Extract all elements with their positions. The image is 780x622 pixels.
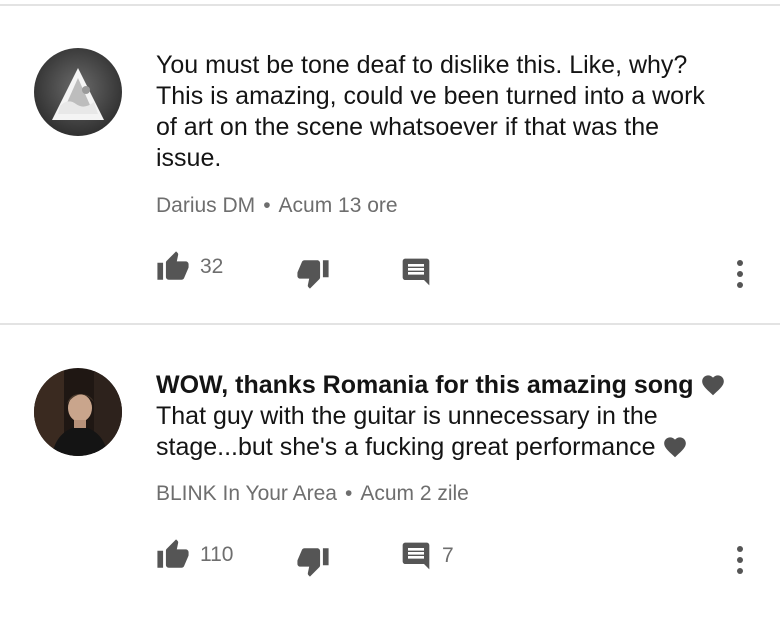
comment-text-line: stage...but she's a fucking great perfor… (156, 432, 756, 463)
timestamp: Acum 13 ore (278, 194, 398, 217)
dislike-button[interactable] (296, 544, 330, 578)
comment-text-line: That guy with the guitar is unnecessary … (156, 402, 658, 430)
thumbs-down-icon (297, 260, 329, 289)
like-count: 32 (200, 255, 224, 278)
reply-comment-icon (402, 258, 430, 286)
thumbs-down-icon (297, 548, 329, 577)
comment-text-line: WOW, thanks Romania for this amazing son… (156, 370, 756, 401)
comment-actions: 110 7 (0, 538, 780, 578)
meta-separator: • (263, 194, 271, 217)
black-heart-icon (663, 437, 686, 458)
more-vert-icon (737, 260, 743, 288)
comment-meta: Darius DM • Acum 13 ore (156, 194, 398, 218)
reply-button[interactable]: 7 (400, 540, 454, 572)
comment-text: You must be tone deaf to dislike this. L… (156, 50, 756, 174)
author-name[interactable]: Darius DM (156, 194, 255, 217)
more-options-button[interactable] (730, 258, 750, 290)
like-count: 110 (200, 543, 234, 566)
comment-meta: BLINK In Your Area • Acum 2 zile (156, 482, 469, 506)
comment-actions: 32 (0, 250, 780, 290)
comment-text: WOW, thanks Romania for this amazing son… (156, 370, 756, 463)
more-vert-icon (737, 546, 743, 574)
more-options-button[interactable] (730, 544, 750, 576)
thumbs-up-icon (157, 251, 189, 280)
meta-separator: • (344, 482, 353, 505)
reply-button[interactable] (400, 256, 442, 288)
comment-title-text: WOW, thanks Romania for this amazing son… (156, 371, 694, 399)
comment-divider (0, 323, 780, 325)
reply-count: 7 (442, 544, 454, 567)
avatar[interactable] (34, 368, 122, 456)
author-name[interactable]: BLINK In Your Area (156, 482, 337, 505)
comment-text-line: This is amazing, could ve been turned in… (156, 82, 705, 110)
comment-text-line: You must be tone deaf to dislike this. L… (156, 51, 688, 79)
comment-text-line: issue. (156, 144, 222, 172)
comment-text-line: of art on the scene whatsoever if that w… (156, 113, 660, 141)
comment-text-segment: stage...but she's a fucking great perfor… (156, 433, 656, 461)
like-button[interactable]: 32 (156, 250, 223, 284)
thumbs-up-icon (157, 539, 189, 568)
dislike-button[interactable] (296, 256, 330, 290)
timestamp: Acum 2 zile (360, 482, 469, 505)
reply-comment-icon (402, 542, 430, 570)
top-divider (0, 4, 780, 6)
avatar[interactable] (34, 48, 122, 136)
like-button[interactable]: 110 (156, 538, 233, 572)
black-heart-icon (701, 375, 724, 396)
